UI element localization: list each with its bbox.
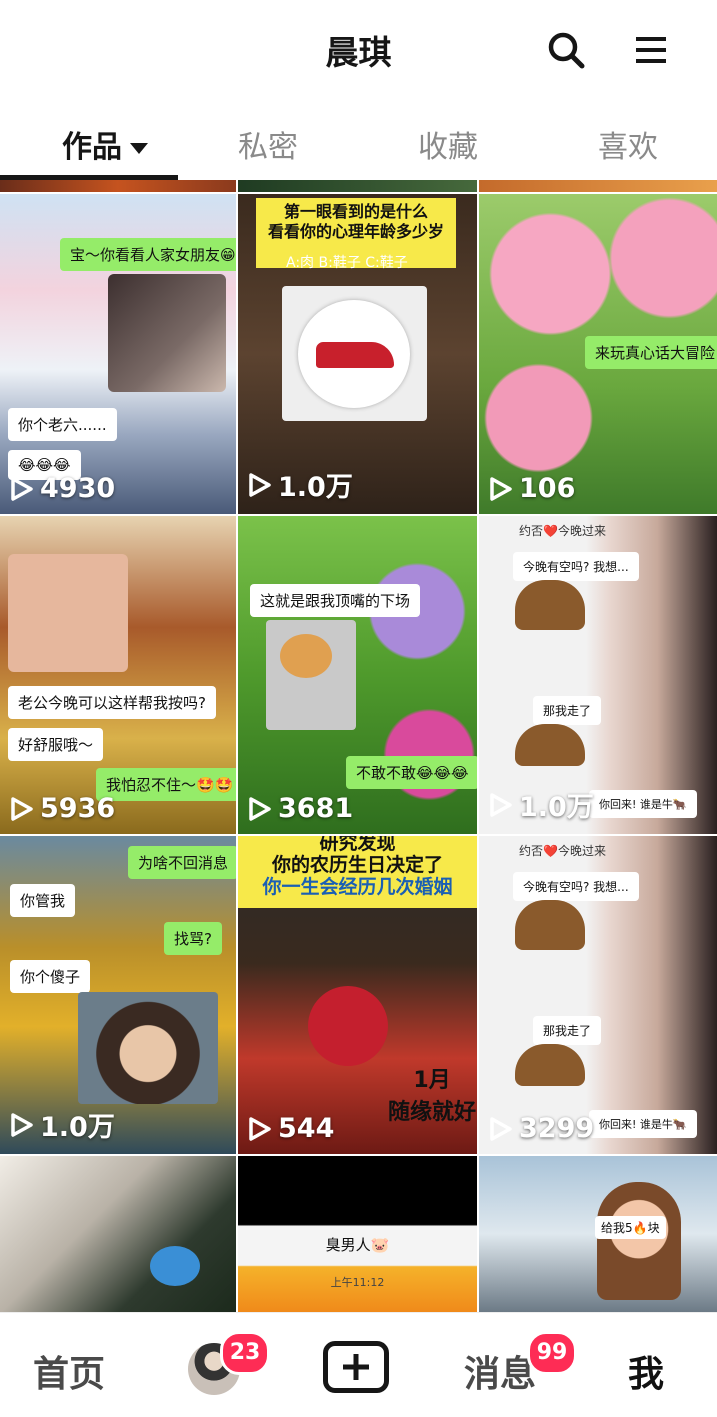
caret-down-icon [130,143,148,154]
chat-bubble: 那我走了 [533,1016,602,1045]
play-count: 544 [248,1113,334,1144]
chat-bubble: 你个老六...... [8,408,117,441]
play-count: 1.0万 [489,785,594,824]
chat-bubble: 那我走了 [533,696,602,725]
nav-me[interactable]: 我 [628,1345,664,1397]
play-icon [490,476,512,501]
play-count: 3681 [248,793,353,824]
play-icon [249,472,271,497]
chat-bubble: 为啥不回消息 [128,846,236,879]
play-count: 4930 [10,473,115,504]
chat-bubble: 好舒服哦～ [8,728,104,761]
video-thumb[interactable]: 为啥不回消息 你管我 找骂? 你个傻子 1.0万 [0,836,236,1154]
video-image [108,274,226,392]
video-image [515,900,585,950]
play-icon [249,1116,271,1141]
video-image [8,554,128,672]
video-thumb[interactable]: 老公今晚可以这样帮我按吗? 好舒服哦～ 我怕忍不住～🤩🤩 5936 [0,516,236,834]
chat-bubble: 你管我 [10,884,76,917]
video-image [266,620,356,730]
play-count: 106 [489,473,575,504]
options-text: A:肉 B:鞋子 C:鞋子 [286,255,408,271]
video-thumb[interactable]: 宝～你看看人家女朋友😁 你个老六...... 😂😂😂 4930 [0,194,236,514]
result-text: 1月 随缘就好 [388,1068,477,1125]
page-title: 晨琪 [325,33,392,72]
chat-title: 臭男人🐷 [325,1236,390,1254]
chat-bubble: 今晚有空吗? 我想... [513,872,639,901]
chat-bubble: 来玩真心话大冒险 [585,336,717,369]
play-icon [11,1112,33,1137]
chat-bubble: 找骂? [164,922,222,955]
flower [150,1246,200,1286]
bottom-nav: 首页 23 消息 99 我 [0,1312,717,1417]
play-count: 1.0万 [248,465,353,504]
play-icon [11,476,33,501]
title-banner: 研究发现 你的农历生日决定了 你一生会经历几次婚姻 [238,836,477,908]
video-image [515,580,585,630]
video-grid: 宝～你看看人家女朋友😁 你个老六...... 😂😂😂 4930 第一眼看到的是什… [0,180,717,1312]
friends-badge: 23 [220,1331,270,1375]
chat-bubble: 给我5🔥块 [595,1216,666,1239]
messages-badge: 99 [527,1331,577,1375]
tab-private[interactable]: 私密 [198,122,338,166]
video-thumb[interactable] [0,1156,236,1312]
video-thumb[interactable]: 约否❤️今晚过来 今晚有空吗? 我想... 那我走了 你回来! 谁是牛🐂 1.0… [479,516,717,834]
play-icon [490,792,512,817]
play-count: 5936 [10,793,115,824]
chat-time: 上午11:12 [330,1276,385,1289]
chat-bubble: 宝～你看看人家女朋友😁 [60,238,236,271]
play-icon [490,1116,512,1141]
video-thumb[interactable]: 来玩真心话大冒险 106 [479,194,717,514]
menu-icon[interactable] [634,34,670,66]
play-count: 3299 [489,1113,594,1144]
chat-bubble: 不敢不敢😂😂😂 [346,756,477,789]
video-image [282,286,427,421]
tab-likes[interactable]: 喜欢 [558,122,698,166]
chat-bubble: 你个傻子 [10,960,91,993]
top-bar: 晨琪 [0,0,717,100]
chat-bubble: 老公今晚可以这样帮我按吗? [8,686,216,719]
nav-home[interactable]: 首页 [33,1345,105,1397]
chat-header: 约否❤️今晚过来 [519,844,606,858]
chat-header: 约否❤️今晚过来 [519,524,606,538]
chat-bubble: 今晚有空吗? 我想... [513,552,639,581]
video-image [515,1044,585,1086]
video-thumb[interactable]: 研究发现 你的农历生日决定了 你一生会经历几次婚姻 1月 随缘就好 544 [238,836,477,1154]
tab-favorites[interactable]: 收藏 [378,122,518,166]
tab-works[interactable]: 作品 [35,122,175,166]
video-thumb-partial[interactable] [0,180,236,192]
video-thumb[interactable]: 这就是跟我顶嘴的下场 不敢不敢😂😂😂 3681 [238,516,477,834]
video-image [515,724,585,766]
chat-bubble: 你回来! 谁是牛🐂 [589,1110,697,1138]
profile-tabs: 作品 私密 收藏 喜欢 [0,100,717,180]
video-thumb[interactable]: 给我5🔥块 [479,1156,717,1312]
video-thumb-partial[interactable] [479,180,717,192]
chat-bubble: 这就是跟我顶嘴的下场 [250,584,421,617]
chat-bubble: 我怕忍不住～🤩🤩 [96,768,236,801]
video-thumb[interactable]: 约否❤️今晚过来 今晚有空吗? 我想... 那我走了 你回来! 谁是牛🐂 329… [479,836,717,1154]
video-image [78,992,218,1104]
nav-messages[interactable]: 消息 [464,1345,536,1397]
video-thumb[interactable]: 臭男人🐷 上午11:12 [238,1156,477,1312]
video-thumb-partial[interactable] [238,180,477,192]
create-button[interactable] [323,1341,389,1393]
play-icon [11,796,33,821]
search-icon[interactable] [546,30,586,70]
play-icon [249,796,271,821]
chat-bubble: 你回来! 谁是牛🐂 [589,790,697,818]
play-count: 1.0万 [10,1105,115,1144]
video-image [597,1182,681,1300]
flower-bouquet [308,986,388,1066]
video-thumb[interactable]: 第一眼看到的是什么 看看你的心理年龄多少岁 A:肉 B:鞋子 C:鞋子 1.0万 [238,194,477,514]
